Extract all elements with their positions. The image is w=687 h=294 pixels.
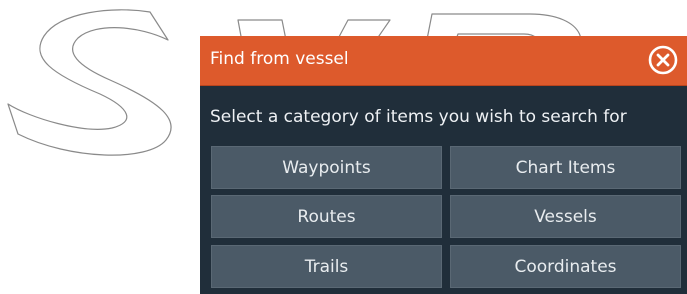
dialog-title: Find from vessel — [210, 49, 349, 69]
find-from-vessel-dialog: Find from vessel Select a category of it… — [200, 36, 687, 294]
dialog-title-bar: Find from vessel — [200, 36, 687, 86]
routes-button[interactable]: Routes — [211, 195, 442, 238]
dialog-prompt: Select a category of items you wish to s… — [210, 107, 627, 127]
trails-button[interactable]: Trails — [211, 245, 442, 288]
watermark-letter-s — [7, 9, 172, 156]
coordinates-button[interactable]: Coordinates — [450, 245, 681, 288]
close-icon[interactable] — [647, 44, 679, 76]
chart-items-button[interactable]: Chart Items — [450, 146, 681, 189]
vessels-button[interactable]: Vessels — [450, 195, 681, 238]
waypoints-button[interactable]: Waypoints — [211, 146, 442, 189]
